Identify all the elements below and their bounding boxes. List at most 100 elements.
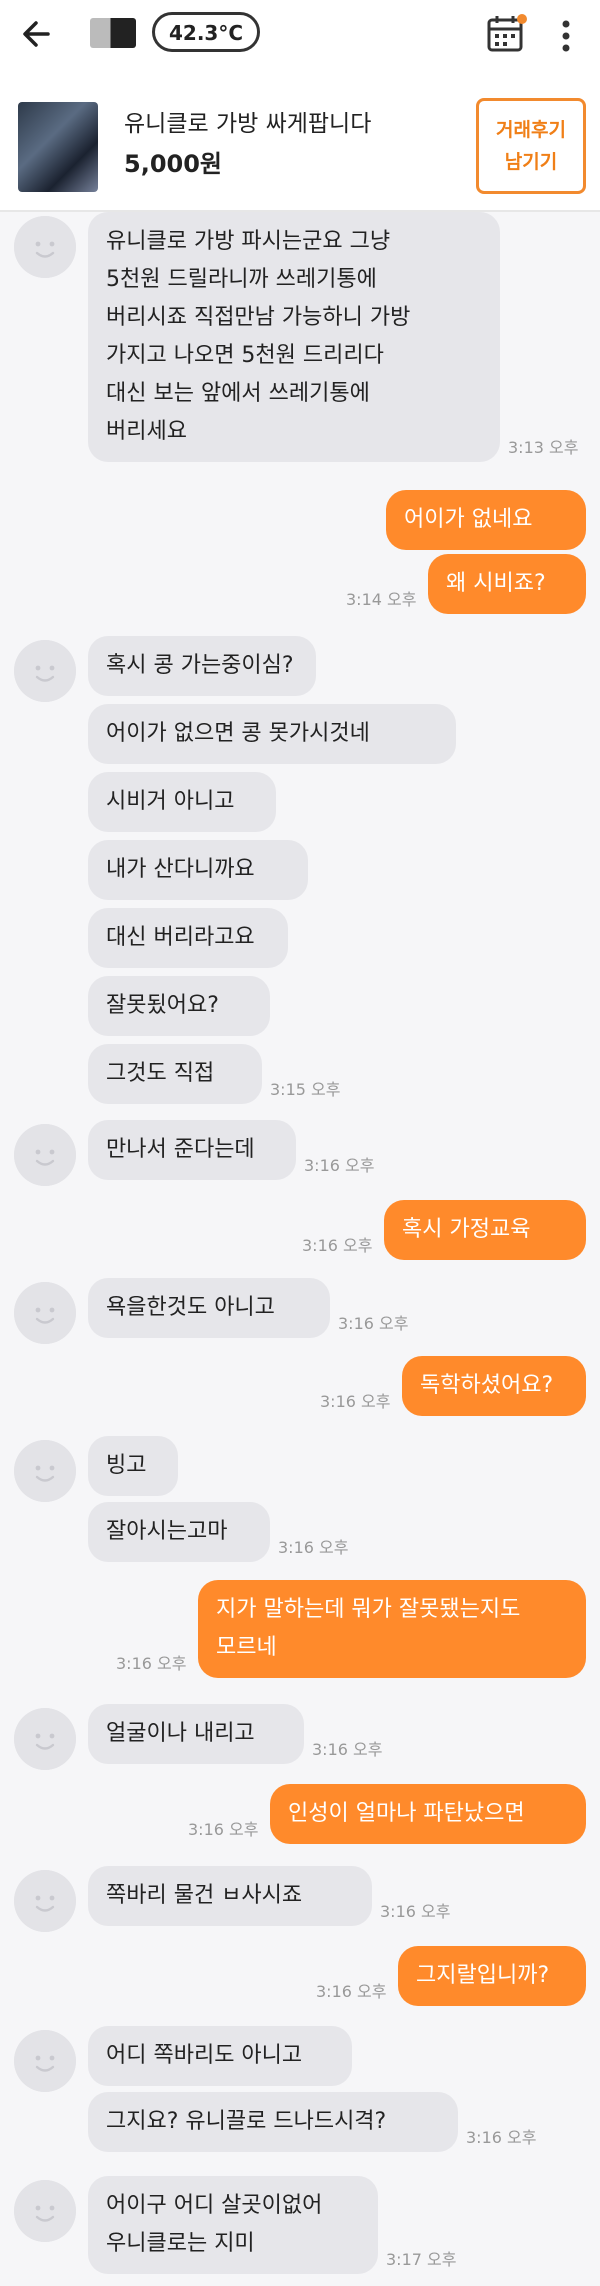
outgoing-message[interactable]: 혹시 가정교육: [384, 1200, 586, 1260]
message-timestamp: 3:13 오후: [508, 438, 579, 457]
message-line: 혹시 가정교육: [402, 1217, 531, 1242]
outgoing-message[interactable]: 그지랄입니까?: [398, 1946, 586, 2006]
message-line: 그것도 직접: [106, 1061, 215, 1086]
message-line: 얼굴이나 내리고: [106, 1721, 255, 1746]
message-line: 버리세요: [106, 419, 187, 444]
message-timestamp: 3:14 오후: [346, 590, 417, 609]
message-line: 시비거 아니고: [106, 789, 235, 814]
incoming-message[interactable]: 대신 버리라고요: [88, 908, 288, 968]
partner-avatar[interactable]: [14, 1282, 76, 1344]
item-title: 유니클로 가방 싸게팝니다: [124, 111, 372, 137]
message-line: 혹시 콩 가는중이심?: [106, 653, 294, 678]
more-options-icon[interactable]: [560, 16, 572, 56]
default-face-icon: [14, 216, 76, 278]
message-line: 그지요? 유니끌로 드나드시격?: [106, 2109, 387, 2134]
message-line: 인성이 얼마나 파탄났으면: [288, 1801, 525, 1826]
message-line: 대신 보는 앞에서 쓰레기통에: [106, 381, 370, 406]
incoming-message[interactable]: 혹시 콩 가는중이심?: [88, 636, 316, 696]
incoming-message[interactable]: 욕을한것도 아니고: [88, 1278, 330, 1338]
message-timestamp: 3:16 오후: [316, 1982, 387, 2001]
message-line: 지가 말하는데 뭐가 잘못됐는지도: [216, 1597, 521, 1622]
top-bar: 42.3°C: [0, 0, 600, 74]
message-timestamp: 3:15 오후: [270, 1080, 341, 1099]
partner-avatar[interactable]: [14, 2030, 76, 2092]
message-line: 유니클로 가방 파시는군요 그냥: [106, 229, 391, 254]
partner-avatar[interactable]: [14, 1440, 76, 1502]
message-timestamp: 3:16 오후: [466, 2128, 537, 2147]
partner-avatar[interactable]: [14, 640, 76, 702]
back-arrow-icon[interactable]: [18, 14, 58, 54]
review-button-line1: 거래후기: [496, 119, 566, 141]
message-line: 욕을한것도 아니고: [106, 1295, 275, 1320]
message-line: 어디 쪽바리도 아니고: [106, 2043, 303, 2068]
message-line: 어이가 없으면 콩 못가시것네: [106, 721, 370, 746]
message-line: 가지고 나오면 5천원 드리리다: [106, 343, 384, 368]
message-line: 만나서 준다는데: [106, 1137, 255, 1162]
default-face-icon: [14, 1708, 76, 1770]
incoming-message[interactable]: 그것도 직접: [88, 1044, 262, 1104]
outgoing-message[interactable]: 독학하셨어요?: [402, 1356, 586, 1416]
outgoing-message[interactable]: 인성이 얼마나 파탄났으면: [270, 1784, 586, 1844]
partner-avatar[interactable]: [14, 1870, 76, 1932]
default-face-icon: [14, 1282, 76, 1344]
outgoing-message[interactable]: 지가 말하는데 뭐가 잘못됐는지도모르네: [198, 1580, 586, 1678]
default-face-icon: [14, 640, 76, 702]
partner-profile-image[interactable]: [90, 18, 136, 48]
message-timestamp: 3:16 오후: [278, 1538, 349, 1557]
default-face-icon: [14, 2030, 76, 2092]
message-line: 그지랄입니까?: [416, 1963, 550, 1988]
leave-review-button[interactable]: 거래후기 남기기: [476, 98, 586, 194]
default-face-icon: [14, 1870, 76, 1932]
outgoing-message[interactable]: 어이가 없네요: [386, 490, 586, 550]
partner-avatar[interactable]: [14, 1124, 76, 1186]
incoming-message[interactable]: 빙고: [88, 1436, 178, 1496]
default-face-icon: [14, 1124, 76, 1186]
incoming-message[interactable]: 시비거 아니고: [88, 772, 276, 832]
manner-temperature-badge: 42.3°C: [152, 12, 261, 52]
partner-avatar[interactable]: [14, 1708, 76, 1770]
incoming-message[interactable]: 어이가 없으면 콩 못가시것네: [88, 704, 456, 764]
message-line: 버리시죠 직접만남 가능하니 가방: [106, 305, 411, 330]
message-timestamp: 3:16 오후: [320, 1392, 391, 1411]
incoming-message[interactable]: 어디 쪽바리도 아니고: [88, 2026, 352, 2086]
incoming-message[interactable]: 잘아시는고마: [88, 1502, 270, 1562]
incoming-message[interactable]: 어이구 어디 살곳이없어우니클로는 지미: [88, 2176, 378, 2274]
chat-area[interactable]: 유니클로 가방 파시는군요 그냥 5천원 드릴라니까 쓰레기통에버리시죠 직접만남…: [0, 212, 600, 2286]
message-timestamp: 3:16 오후: [302, 1236, 373, 1255]
partner-avatar[interactable]: [14, 2180, 76, 2242]
item-thumbnail[interactable]: [18, 102, 98, 192]
message-line: 빙고: [106, 1453, 147, 1478]
message-line: 5천원 드릴라니까 쓰레기통에: [106, 267, 377, 292]
message-line: 우니클로는 지미: [106, 2231, 255, 2256]
incoming-message[interactable]: 만나서 준다는데: [88, 1120, 296, 1180]
message-line: 대신 버리라고요: [106, 925, 255, 950]
message-timestamp: 3:16 오후: [338, 1314, 409, 1333]
message-timestamp: 3:16 오후: [116, 1654, 187, 1673]
message-line: 내가 산다니까요: [106, 857, 255, 882]
message-line: 쪽바리 물건 ㅂ사시죠: [106, 1883, 303, 1908]
calendar-icon[interactable]: [484, 12, 528, 56]
message-line: 어이구 어디 살곳이없어: [106, 2193, 323, 2218]
default-face-icon: [14, 1440, 76, 1502]
partner-avatar[interactable]: [14, 216, 76, 278]
message-line: 잘아시는고마: [106, 1519, 228, 1544]
message-line: 모르네: [216, 1635, 277, 1660]
message-timestamp: 3:16 오후: [380, 1902, 451, 1921]
incoming-message[interactable]: 쪽바리 물건 ㅂ사시죠: [88, 1866, 372, 1926]
message-line: 왜 시비죠?: [446, 571, 546, 596]
message-timestamp: 3:17 오후: [386, 2250, 457, 2269]
default-face-icon: [14, 2180, 76, 2242]
incoming-message[interactable]: 그지요? 유니끌로 드나드시격?: [88, 2092, 458, 2152]
message-timestamp: 3:16 오후: [304, 1156, 375, 1175]
message-line: 잘못됬어요?: [106, 993, 219, 1018]
incoming-message[interactable]: 유니클로 가방 파시는군요 그냥 5천원 드릴라니까 쓰레기통에버리시죠 직접만남…: [88, 212, 500, 462]
outgoing-message[interactable]: 왜 시비죠?: [428, 554, 586, 614]
message-timestamp: 3:16 오후: [312, 1740, 383, 1759]
incoming-message[interactable]: 잘못됬어요?: [88, 976, 270, 1036]
incoming-message[interactable]: 얼굴이나 내리고: [88, 1704, 304, 1764]
review-button-line2: 남기기: [504, 151, 558, 173]
message-line: 어이가 없네요: [404, 507, 533, 532]
incoming-message[interactable]: 내가 산다니까요: [88, 840, 308, 900]
message-timestamp: 3:16 오후: [188, 1820, 259, 1839]
message-line: 독학하셨어요?: [420, 1373, 554, 1398]
